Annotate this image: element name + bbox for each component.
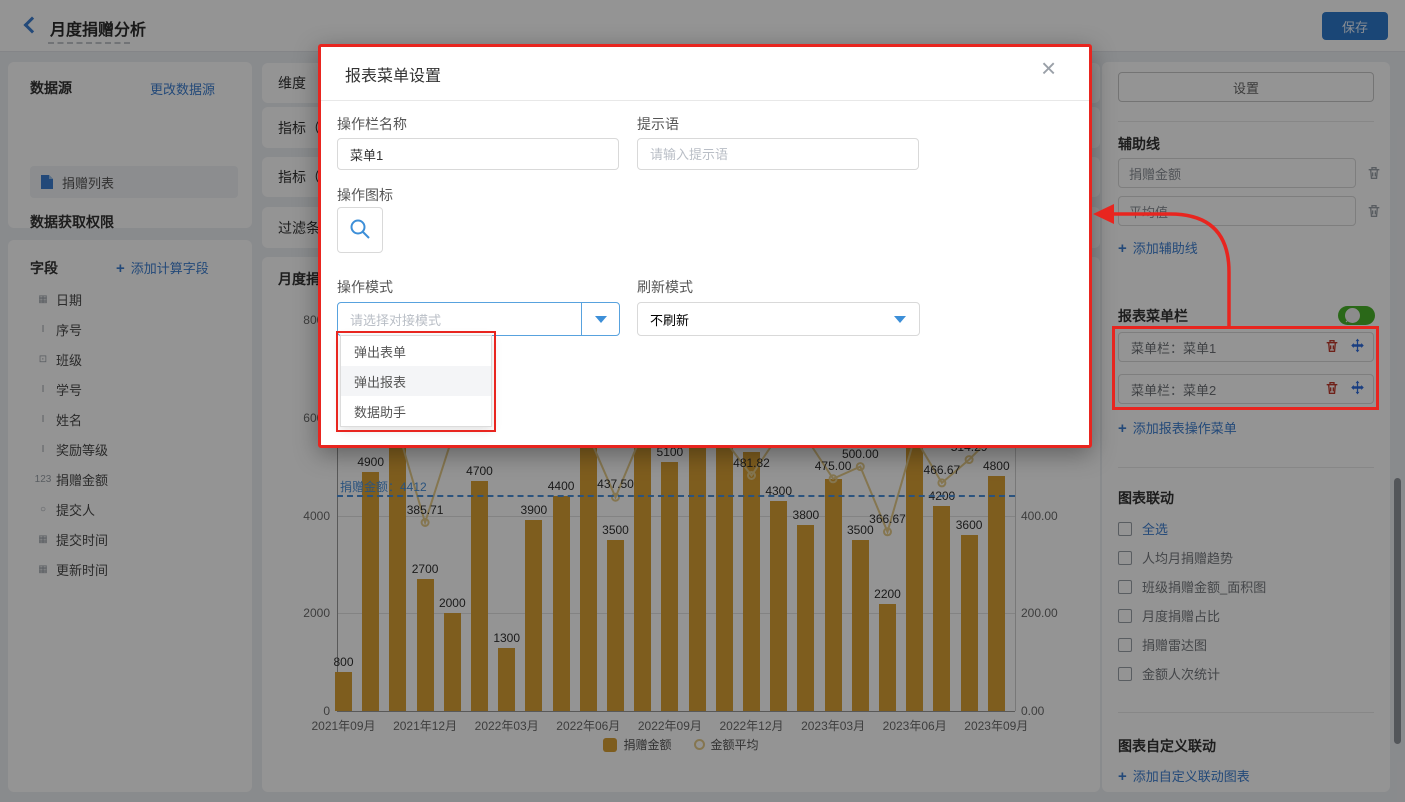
mode-select[interactable]: 请选择对接模式 <box>337 302 620 336</box>
search-icon <box>348 217 372 241</box>
refresh-select-value: 不刷新 <box>638 310 881 329</box>
tip-label: 提示语 <box>637 114 679 134</box>
mode-dropdown: 弹出表单弹出报表数据助手 <box>340 335 492 427</box>
close-icon[interactable]: × <box>1041 53 1056 84</box>
refresh-select[interactable]: 不刷新 <box>637 302 920 336</box>
caret-zone[interactable] <box>881 303 919 335</box>
search-icon-button[interactable] <box>337 207 383 253</box>
caret-zone[interactable] <box>581 303 619 335</box>
dropdown-option[interactable]: 弹出表单 <box>341 336 491 366</box>
chevron-down-icon <box>894 316 906 323</box>
icon-label: 操作图标 <box>337 185 393 205</box>
dropdown-option[interactable]: 弹出报表 <box>341 366 491 396</box>
dropdown-option[interactable]: 数据助手 <box>341 396 491 426</box>
modal-title: 报表菜单设置 <box>345 62 441 86</box>
chevron-down-icon <box>595 316 607 323</box>
tip-input[interactable] <box>637 138 919 170</box>
mode-label: 操作模式 <box>337 277 393 297</box>
bar-name-input[interactable] <box>337 138 619 170</box>
refresh-label: 刷新模式 <box>637 277 693 297</box>
mode-select-placeholder: 请选择对接模式 <box>338 310 581 329</box>
bar-name-label: 操作栏名称 <box>337 114 407 134</box>
report-menu-settings-modal: 报表菜单设置 × 操作栏名称 提示语 操作图标 操作模式 请选择对接模式 刷新模… <box>318 44 1092 448</box>
